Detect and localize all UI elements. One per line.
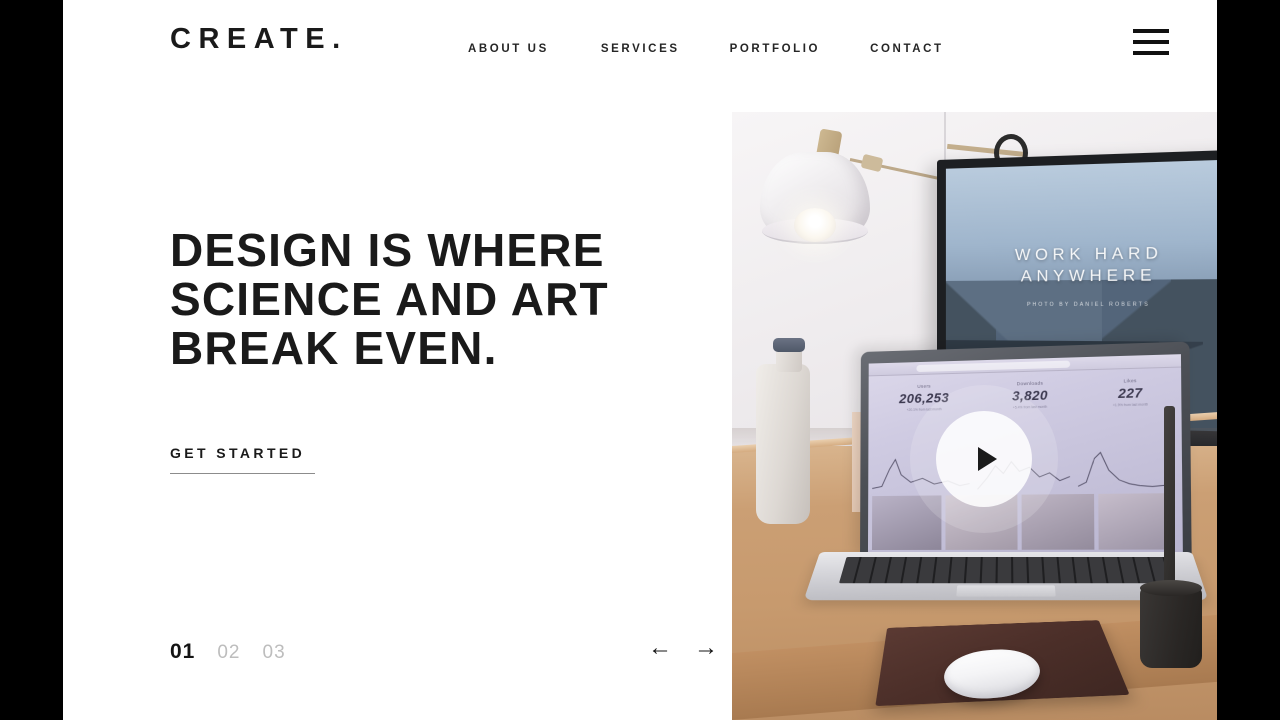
screenshot-viewport: CREATE. ABOUT US SERVICES PORTFOLIO CONT… — [0, 0, 1280, 720]
arrow-left-icon[interactable]: ← — [648, 636, 672, 660]
letterbox-bar-left — [0, 0, 63, 720]
dashboard-stat: Likes 227 +1.9% from last month — [1113, 378, 1149, 408]
laptop-trackpad — [956, 585, 1056, 597]
nav-item-services[interactable]: SERVICES — [601, 39, 680, 59]
dashboard-stat: Users 206,253 +20.1% from last month — [899, 383, 949, 412]
monitor-text-line-2: ANYWHERE — [1020, 266, 1157, 286]
hamburger-bar-top — [1133, 29, 1169, 33]
nav-item-portfolio[interactable]: PORTFOLIO — [730, 39, 820, 59]
lamp-bulb — [794, 208, 836, 242]
hamburger-bar-middle — [1133, 40, 1169, 44]
dashboard-tile — [1021, 493, 1095, 550]
dashboard-stat-note: +5.4% from last month — [1012, 404, 1048, 410]
get-started-button[interactable]: GET STARTED — [170, 445, 315, 474]
play-video-button[interactable] — [936, 410, 1033, 507]
monitor-wallpaper-credit: PHOTO BY DANIEL ROBERTS — [1026, 301, 1150, 308]
nav-item-contact[interactable]: CONTACT — [870, 39, 944, 59]
dashboard-stat-value: 227 — [1118, 385, 1143, 402]
dashboard-stat: Downloads 3,820 +5.4% from last month — [1012, 380, 1048, 410]
hamburger-menu-icon[interactable] — [1133, 29, 1169, 55]
website-page: CREATE. ABOUT US SERVICES PORTFOLIO CONT… — [63, 0, 1217, 720]
monitor-wallpaper-text: WORK HARD ANYWHERE — [946, 241, 1217, 287]
get-started-label: GET STARTED — [170, 445, 306, 461]
dashboard-stat-value: 206,253 — [899, 390, 950, 407]
dashboard-stats: Users 206,253 +20.1% from last month Dow… — [869, 377, 1182, 413]
letterbox-bar-right — [1217, 0, 1280, 720]
slide-indicator-02[interactable]: 02 — [217, 642, 240, 664]
page-title: DESIGN IS WHERE SCIENCE AND ART BREAK EV… — [170, 226, 690, 373]
nav-item-about-us[interactable]: ABOUT US — [468, 39, 549, 59]
play-icon — [977, 446, 997, 471]
hero-photo: WORK HARD ANYWHERE PHOTO BY DANIEL ROBER… — [732, 112, 1217, 720]
dashboard-stat-value: 3,820 — [1012, 387, 1048, 404]
hamburger-bar-bottom — [1133, 51, 1169, 55]
headline-line-3: BREAK EVEN. — [170, 322, 498, 374]
water-bottle-cap — [773, 338, 805, 352]
headline-line-1: DESIGN IS WHERE — [170, 224, 605, 276]
slide-indicator-01[interactable]: 01 — [170, 640, 195, 664]
browser-toolbar — [868, 354, 1182, 377]
monitor-text-line-1: WORK HARD — [1014, 244, 1163, 264]
pen-holder-rim — [1140, 580, 1202, 596]
headline-line-2: SCIENCE AND ART — [170, 273, 609, 325]
dashboard-stat-note: +20.1% from last month — [906, 406, 942, 412]
water-bottle — [756, 364, 810, 524]
slider-arrows: ← → — [648, 636, 718, 660]
dashboard-tile — [1098, 493, 1175, 550]
site-header: CREATE. ABOUT US SERVICES PORTFOLIO CONT… — [63, 0, 1217, 112]
slide-indicator-03[interactable]: 03 — [263, 642, 286, 664]
pen-holder — [1140, 586, 1202, 668]
arrow-right-icon[interactable]: → — [694, 636, 718, 660]
slide-indicators: 01 02 03 — [170, 640, 286, 664]
main-navigation: ABOUT US SERVICES PORTFOLIO CONTACT — [468, 39, 944, 59]
pen — [1164, 406, 1175, 596]
laptop-keyboard — [838, 556, 1174, 584]
hero-copy: DESIGN IS WHERE SCIENCE AND ART BREAK EV… — [170, 226, 690, 373]
dashboard-tile — [871, 495, 942, 550]
brand-logo[interactable]: CREATE. — [170, 25, 348, 54]
dashboard-stat-note: +1.9% from last month — [1112, 402, 1149, 408]
dashboard-image-tiles — [871, 493, 1175, 550]
get-started-underline — [170, 473, 315, 474]
